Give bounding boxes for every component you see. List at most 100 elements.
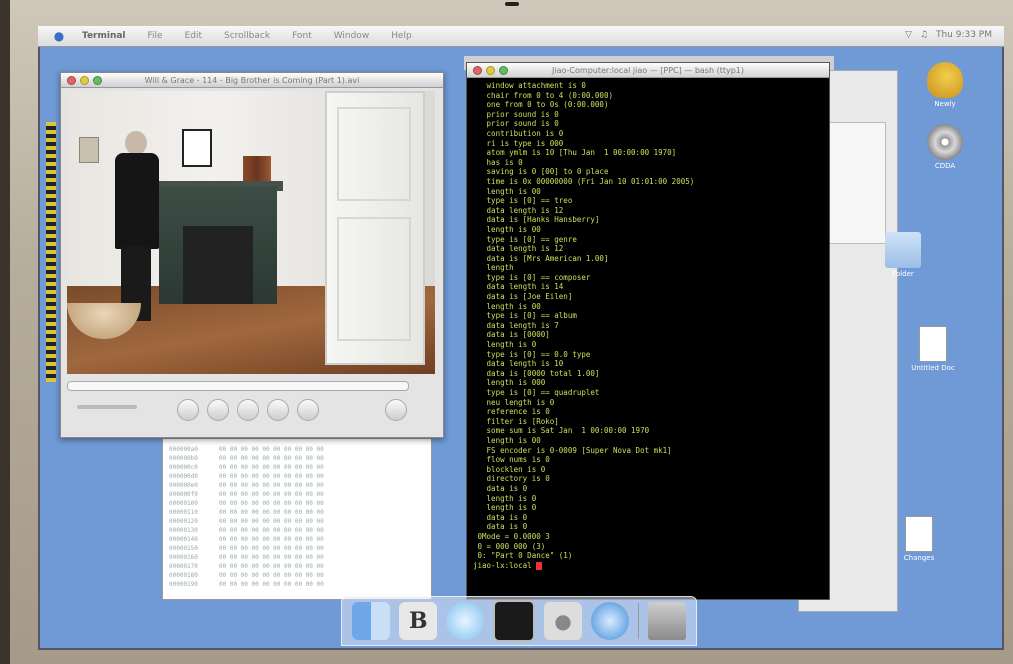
- trash-icon[interactable]: [647, 602, 686, 640]
- menu-window[interactable]: Window: [334, 31, 370, 41]
- terminal-line: time is 0x 00000000 (Fri Jan 10 01:01:00…: [473, 176, 695, 186]
- terminal-line: one from 0 to 0s (0:00.000): [473, 100, 609, 110]
- terminal-line: 0: "Part 0 Dance" (1): [473, 551, 573, 561]
- menu-extras: ▽ ♫ Thu 9:33 PM: [905, 30, 992, 40]
- terminal-line: reference is 0: [473, 407, 550, 417]
- document-icon: [905, 516, 933, 552]
- terminal-line: jiao-lx:local: [473, 561, 821, 571]
- hex-offset: 00000120: [169, 518, 198, 525]
- hex-offset: 00000190: [169, 581, 198, 588]
- hex-offset: 00000140: [169, 536, 198, 543]
- terminal-line: length is 00: [473, 186, 541, 196]
- hex-offsets: 000000a0 000000b0 000000c0 000000d0 000000e0…: [169, 445, 198, 589]
- menu-clock[interactable]: Thu 9:33 PM: [936, 30, 992, 40]
- rewind-button[interactable]: [177, 399, 199, 421]
- terminal-line: data is [Joe Eilen]: [473, 292, 573, 302]
- terminal-line: atom ymlm is 10 [Thu Jan 1 00:00:00 1970…: [473, 148, 677, 158]
- menu-edit[interactable]: Edit: [185, 31, 202, 41]
- terminal-line: length is 000: [473, 378, 546, 388]
- terminal-line: data is 0: [473, 483, 528, 493]
- bbedit-icon[interactable]: B: [399, 602, 438, 640]
- scene-door: [325, 91, 425, 365]
- terminal-line: flow nums is 0: [473, 455, 550, 465]
- play-button[interactable]: [237, 399, 259, 421]
- terminal-icon[interactable]: [493, 600, 536, 642]
- apple-icon[interactable]: ●: [543, 602, 582, 640]
- menu-scrollback[interactable]: Scrollback: [224, 31, 270, 41]
- terminal-line: data length is 12: [473, 244, 564, 254]
- terminal-line: directory is 0: [473, 474, 550, 484]
- terminal-line: length is 00: [473, 301, 541, 311]
- camera: [505, 2, 519, 6]
- itunes-icon[interactable]: [446, 602, 485, 640]
- desktop-icon-disc[interactable]: CDDA: [910, 124, 980, 170]
- disc-icon: [927, 124, 963, 160]
- safari-icon[interactable]: [590, 602, 629, 640]
- terminal-cursor: [536, 561, 543, 570]
- terminal-line: data length is 14: [473, 282, 564, 292]
- video-title: Will & Grace - 114 - Big Brother is Comi…: [144, 75, 360, 85]
- hex-offset: 000000e0: [169, 482, 198, 489]
- terminal-line: prior sound is 0: [473, 119, 559, 129]
- player-controls: [67, 377, 435, 431]
- terminal-line: saving is 0 [00] to 0 place: [473, 167, 609, 177]
- fast-forward-button[interactable]: [297, 399, 319, 421]
- video-player-window[interactable]: Will & Grace - 114 - Big Brother is Comi…: [60, 72, 444, 438]
- fullscreen-button[interactable]: [385, 399, 407, 421]
- hex-editor-window[interactable]: 000000a0 000000b0 000000c0 000000d0 000000e0…: [162, 438, 432, 600]
- hex-offset: 00000100: [169, 500, 198, 507]
- desktop-icon-document[interactable]: Untitled Doc: [898, 326, 968, 372]
- terminal-line: contribution is 0: [473, 128, 564, 138]
- terminal-line: data is 0: [473, 512, 528, 522]
- terminal-line: data length is 10: [473, 359, 564, 369]
- terminal-line: data is [Mrs American 1.00]: [473, 253, 609, 263]
- terminal-line: type is [0] == 0.0 type: [473, 349, 591, 359]
- terminal-line: some sum is Sat Jan 1 00:00:00 1970: [473, 426, 650, 436]
- video-titlebar[interactable]: Will & Grace - 114 - Big Brother is Comi…: [61, 73, 443, 88]
- desktop-icon-folder[interactable]: Folder: [868, 232, 938, 278]
- desktop-icon-duck[interactable]: Newly: [910, 62, 980, 108]
- terminal-window[interactable]: Jiao-Computer:local jiao — [PPC] — bash …: [466, 62, 830, 600]
- duck-icon: [927, 62, 963, 98]
- terminal-titlebar[interactable]: Jiao-Computer:local jiao — [PPC] — bash …: [467, 63, 829, 78]
- menu-bar: ● Terminal File Edit Scrollback Font Win…: [38, 26, 1004, 47]
- volume-slider[interactable]: [77, 405, 137, 409]
- terminal-output[interactable]: window attachment is 0 chair from 0 to 4…: [473, 81, 821, 593]
- hex-offset: 00000130: [169, 527, 198, 534]
- terminal-line: length is 0: [473, 340, 537, 350]
- terminal-line: length is 00: [473, 224, 541, 234]
- terminal-line: has is 0: [473, 157, 523, 167]
- volume-icon[interactable]: ♫: [920, 30, 928, 40]
- scene-fireplace: [159, 186, 277, 304]
- terminal-line: data is 0: [473, 522, 528, 532]
- terminal-line: type is [0] == genre: [473, 234, 577, 244]
- menu-font[interactable]: Font: [292, 31, 312, 41]
- terminal-line: neu length is 0: [473, 397, 555, 407]
- bezel-shadow: [0, 0, 10, 664]
- terminal-line: filter is [Roko]: [473, 416, 559, 426]
- hex-offset: 00000170: [169, 563, 198, 570]
- terminal-line: data is [0000 total 1.00]: [473, 368, 600, 378]
- terminal-line: FS encoder is 0-0009 [Super Nova Dot mk1…: [473, 445, 672, 455]
- menu-file[interactable]: File: [148, 31, 163, 41]
- terminal-line: length: [473, 263, 514, 273]
- back-button[interactable]: [207, 399, 229, 421]
- forward-button[interactable]: [267, 399, 289, 421]
- terminal-line: type is [0] == quadruplet: [473, 388, 600, 397]
- menu-app-name[interactable]: Terminal: [82, 31, 126, 41]
- hex-bytes: 00 00 00 00 00 00 00 00 00 00 00 00 00 0…: [219, 446, 324, 588]
- playback-scrubber[interactable]: [67, 381, 409, 391]
- dock: B ●: [341, 596, 697, 646]
- terminal-line: type is [0] == album: [473, 311, 577, 321]
- terminal-line: 0Mode = 0.0000 3: [473, 531, 550, 541]
- terminal-line: data is [0000]: [473, 330, 550, 340]
- menu-help[interactable]: Help: [391, 31, 412, 41]
- bluetooth-icon[interactable]: ▽: [905, 30, 912, 40]
- finder-icon[interactable]: [352, 602, 391, 640]
- terminal-line: data length is 12: [473, 205, 564, 215]
- video-frame: [67, 91, 435, 374]
- hex-offset: 000000a0: [169, 446, 198, 453]
- apple-menu-icon[interactable]: ●: [50, 29, 68, 43]
- terminal-line: length is 0: [473, 503, 537, 513]
- desktop-icon-changes[interactable]: Changes: [884, 516, 954, 562]
